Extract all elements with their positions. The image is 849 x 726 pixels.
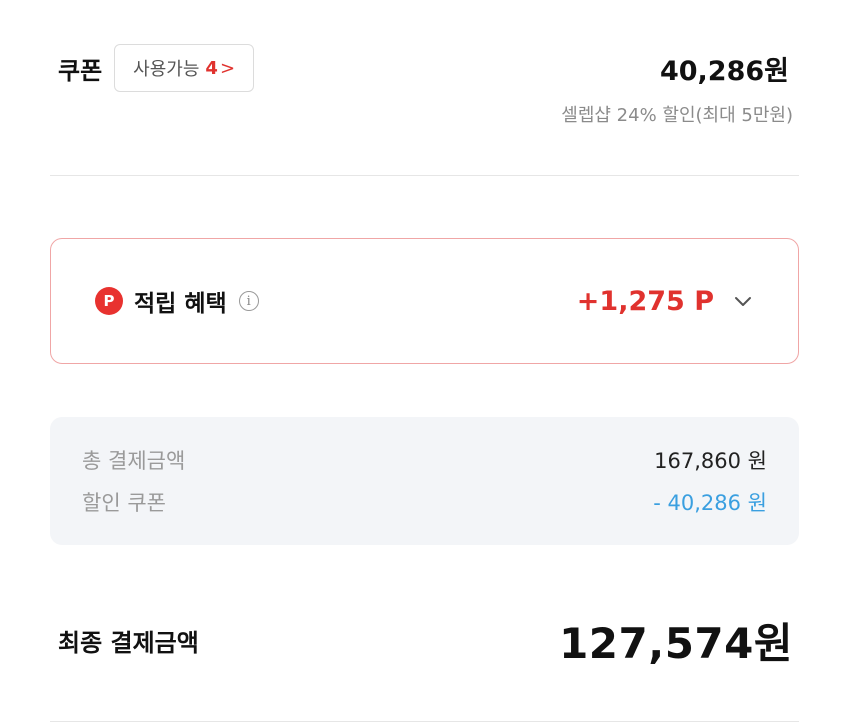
info-icon[interactable]: i (238, 291, 259, 311)
coupon-row: 쿠폰 사용가능 4 > 40,286원 (50, 43, 799, 93)
final-payment-row: 최종 결제금액 127,574원 (58, 610, 793, 670)
coupon-available-count: 4 (205, 57, 218, 79)
reward-points-amount: +1,275 P (576, 285, 714, 317)
summary-label: 할인 쿠폰 (82, 491, 166, 515)
divider (50, 721, 799, 722)
summary-value: 167,860 원 (654, 449, 767, 473)
divider (50, 175, 799, 176)
reward-left: P 적립 혜택 i (95, 284, 259, 318)
coupon-available-button[interactable]: 사용가능 4 > (114, 44, 255, 92)
summary-value: - 40,286 원 (653, 491, 767, 515)
summary-label: 총 결제금액 (82, 449, 186, 473)
coupon-left: 쿠폰 사용가능 4 > (50, 44, 255, 92)
summary-row-discount: 할인 쿠폰 - 40,286 원 (82, 481, 767, 523)
chevron-down-icon[interactable] (732, 290, 754, 312)
reward-benefit-panel[interactable]: P 적립 혜택 i +1,275 P (50, 238, 799, 364)
coupon-available-label: 사용가능 (133, 59, 200, 80)
reward-label: 적립 혜택 (134, 291, 227, 317)
summary-row-total: 총 결제금액 167,860 원 (82, 439, 767, 481)
final-payment-amount: 127,574원 (559, 618, 793, 668)
coupon-description: 셀렙샵 24% 할인(최대 5만원) (561, 105, 793, 126)
coupon-title: 쿠폰 (58, 56, 103, 85)
final-payment-label: 최종 결제금액 (58, 628, 199, 657)
point-icon: P (95, 287, 123, 315)
chevron-right-icon: > (219, 57, 236, 79)
reward-right: +1,275 P (577, 286, 754, 317)
coupon-discount-amount: 40,286원 (659, 55, 789, 87)
payment-summary: 총 결제금액 167,860 원 할인 쿠폰 - 40,286 원 (50, 417, 799, 545)
